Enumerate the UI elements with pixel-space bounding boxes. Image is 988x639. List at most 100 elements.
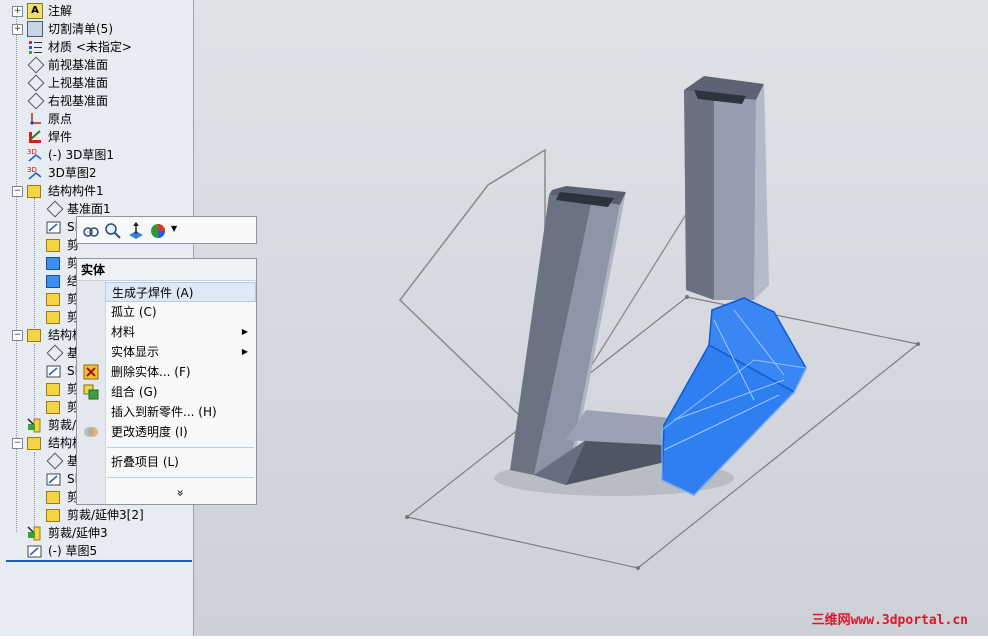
tree-item-weldment[interactable]: 焊件 — [0, 128, 190, 146]
menu-item-isolate[interactable]: 孤立 (C) — [105, 302, 256, 322]
tree-item-label: 原点 — [48, 112, 73, 126]
trim-body-icon — [46, 401, 60, 414]
tree-item-annotations[interactable]: + A 注解 — [0, 2, 190, 20]
tree-item-sketch[interactable]: Sl — [0, 470, 78, 488]
tree-item-trim[interactable]: 剪 — [0, 488, 79, 506]
tree-item-label: 剪裁/ — [48, 418, 77, 432]
menu-item-change-transparency[interactable]: 更改透明度 (I) — [105, 422, 256, 442]
tree-item-label: 右视基准面 — [48, 94, 109, 108]
sketch-icon — [46, 219, 62, 235]
tree-item-trim[interactable]: 剪 — [0, 236, 79, 254]
tree-item-origin[interactable]: 原点 — [0, 110, 190, 128]
trim-body-icon — [46, 239, 60, 252]
trim-body-icon — [46, 383, 60, 396]
tree-item-label: (-) 3D草图1 — [48, 148, 115, 162]
tree-item-right-plane[interactable]: 右视基准面 — [0, 92, 190, 110]
menu-separator — [107, 477, 254, 478]
collapse-toggle[interactable]: − — [12, 330, 23, 341]
tree-item-3d-sketch2[interactable]: 3D 3D草图2 — [0, 164, 190, 182]
weldment-icon — [27, 129, 43, 145]
submenu-arrow-icon: ▶ — [241, 327, 248, 336]
tree-item-cut-list[interactable]: + 切割清单(5) — [0, 20, 190, 38]
structural-member-icon — [27, 329, 41, 342]
expand-toggle[interactable]: + — [12, 24, 23, 35]
trim-body-icon — [46, 509, 60, 522]
combine-icon — [83, 384, 99, 400]
structural-member-icon — [27, 437, 41, 450]
normal-to-icon[interactable] — [127, 222, 145, 240]
plane-icon — [46, 200, 64, 218]
tree-item-label: 剪裁/延伸3[2] — [67, 508, 144, 522]
tree-item-trim[interactable]: 剪 — [0, 308, 79, 326]
menu-item-body-display[interactable]: 实体显示 ▶ — [105, 342, 256, 362]
model-view[interactable] — [194, 0, 988, 636]
tree-item-trim[interactable]: 剪 — [0, 398, 79, 416]
menu-item-insert-into-new-part[interactable]: 插入到新零件... (H) — [105, 402, 256, 422]
tree-item-label: 前视基准面 — [48, 58, 109, 72]
tree-item-trim-selected[interactable]: 剪 — [0, 254, 79, 272]
tree-item-sketch[interactable]: Sl — [0, 362, 78, 380]
menu-item-combine[interactable]: 组合 (G) — [105, 382, 256, 402]
tree-item-label: 3D草图2 — [48, 166, 97, 180]
tree-item-front-plane[interactable]: 前视基准面 — [0, 56, 190, 74]
context-toolbar: ▼ — [76, 216, 257, 244]
structural-member-icon — [27, 185, 41, 198]
tree-item-material[interactable]: 材质 <未指定> — [0, 38, 190, 56]
tree-item-label: 注解 — [48, 4, 73, 18]
rollback-bar[interactable] — [6, 560, 192, 562]
tree-item-structural-member1[interactable]: − 结构构件1 — [0, 182, 190, 200]
tree-item-trim-extend[interactable]: 剪裁/ — [0, 416, 76, 434]
trim-extend-icon — [27, 417, 43, 433]
menu-item-collapse-items[interactable]: 折叠项目 (L) — [105, 452, 256, 472]
menu-item-make-subweldment[interactable]: 生成子焊件 (A) — [105, 282, 256, 302]
tree-item-plane[interactable]: 基 — [0, 344, 79, 362]
expand-toggle[interactable]: + — [12, 6, 23, 17]
sketch-icon — [27, 543, 43, 559]
delete-body-icon — [83, 364, 99, 380]
collapse-toggle[interactable]: − — [12, 186, 23, 197]
3d-sketch-icon: 3D — [27, 165, 43, 181]
tree-item-structural-member2[interactable]: − 结构构 — [0, 326, 84, 344]
tree-item-sketch[interactable]: Sl — [0, 218, 78, 236]
appearance-dropdown-arrow[interactable]: ▼ — [171, 224, 177, 233]
menu-item-material[interactable]: 材料 ▶ — [105, 322, 256, 342]
tree-item-trim[interactable]: 剪 — [0, 290, 79, 308]
zoom-to-selection-icon[interactable] — [82, 222, 100, 240]
tree-item-trim-extend3[interactable]: 剪裁/延伸3 — [0, 524, 190, 542]
tree-item-sketch5[interactable]: (-) 草图5 — [0, 542, 190, 560]
tree-item-trim-extend3-2[interactable]: 剪裁/延伸3[2] — [0, 506, 190, 524]
plane-icon — [46, 452, 64, 470]
material-icon — [27, 39, 43, 55]
tree-item-label: 材质 <未指定> — [48, 40, 132, 54]
context-menu-title: 实体 — [77, 259, 256, 281]
cut-list-icon — [27, 21, 43, 37]
tree-item-trim[interactable]: 剪 — [0, 380, 79, 398]
tree-item-label: 切割清单(5) — [48, 22, 113, 36]
graphics-viewport[interactable] — [194, 0, 988, 636]
trim-body-icon — [46, 311, 60, 324]
tree-item-plane[interactable]: 基 — [0, 452, 79, 470]
plane-icon — [27, 74, 45, 92]
plane-icon — [27, 92, 45, 110]
watermark-text: 三维网www.3dportal.cn — [811, 613, 968, 628]
selected-body-highlight[interactable] — [661, 297, 807, 496]
plane-icon — [27, 56, 45, 74]
trim-body-icon — [46, 491, 60, 504]
tree-item-top-plane[interactable]: 上视基准面 — [0, 74, 190, 92]
tree-item-structural[interactable]: 结 — [0, 272, 79, 290]
trim-extend-icon — [27, 525, 43, 541]
sketch-icon — [46, 363, 62, 379]
menu-more-button[interactable]: » — [105, 483, 256, 503]
tree-item-label: 上视基准面 — [48, 76, 109, 90]
collapse-toggle[interactable]: − — [12, 438, 23, 449]
tree-item-structural-member3[interactable]: − 结构构 — [0, 434, 84, 452]
zoom-icon[interactable] — [104, 222, 122, 240]
tree-item-label: 剪裁/延伸3 — [48, 526, 108, 540]
menu-item-delete-body[interactable]: 删除实体... (F) — [105, 362, 256, 382]
trim-body-icon — [46, 293, 60, 306]
appearance-icon[interactable] — [150, 222, 168, 240]
tree-item-3d-sketch1[interactable]: 3D (-) 3D草图1 — [0, 146, 190, 164]
origin-icon — [27, 111, 43, 127]
tree-item-label: 结构构件1 — [48, 184, 104, 198]
3d-sketch-icon: 3D — [27, 147, 43, 163]
